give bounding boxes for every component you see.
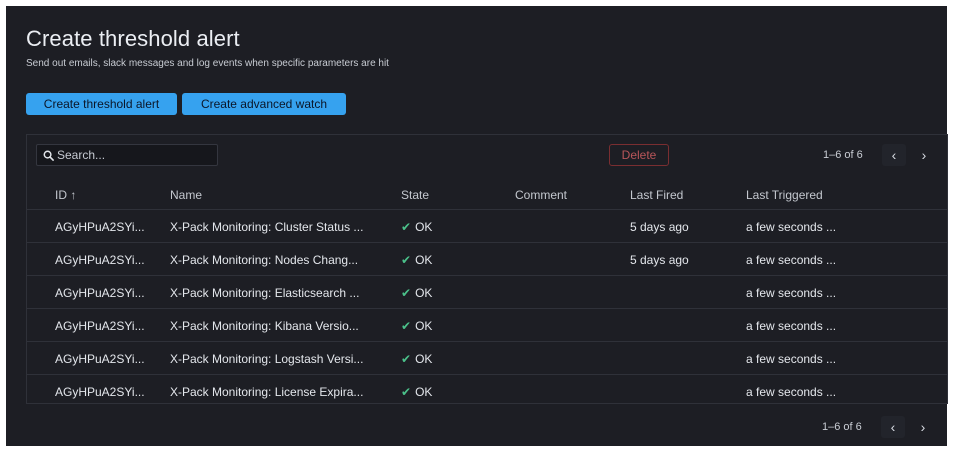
cell-last-triggered: a few seconds ...	[746, 352, 837, 366]
page-subtitle: Send out emails, slack messages and log …	[26, 58, 389, 69]
cell-last-triggered: a few seconds ...	[746, 385, 837, 399]
create-advanced-watch-button[interactable]: Create advanced watch	[182, 93, 346, 115]
column-id[interactable]: ID ↑	[55, 188, 76, 202]
check-icon: ✔	[401, 319, 412, 333]
cell-last-fired: 5 days ago	[630, 220, 689, 234]
table-row[interactable]: AGyHPuA2SYi... X-Pack Monitoring: Cluste…	[27, 210, 947, 243]
column-comment[interactable]: Comment	[515, 188, 567, 202]
cell-state: ✔ OK	[401, 319, 432, 333]
table-row[interactable]: AGyHPuA2SYi... X-Pack Monitoring: Logsta…	[27, 342, 947, 375]
pagination-summary: 1–6 of 6	[822, 421, 862, 433]
state-label: OK	[415, 220, 433, 234]
chevron-left-icon[interactable]: ‹	[882, 144, 906, 166]
pagination-top: 1–6 of 6 ‹ ›	[823, 144, 943, 166]
table-row[interactable]: AGyHPuA2SYi... X-Pack Monitoring: Nodes …	[27, 243, 947, 276]
page-title: Create threshold alert	[26, 26, 240, 51]
column-last-fired[interactable]: Last Fired	[630, 188, 683, 202]
state-label: OK	[415, 319, 433, 333]
table-row[interactable]: AGyHPuA2SYi... X-Pack Monitoring: Kibana…	[27, 309, 947, 342]
cell-last-triggered: a few seconds ...	[746, 319, 837, 333]
cell-last-triggered: a few seconds ...	[746, 253, 837, 267]
check-icon: ✔	[401, 253, 412, 267]
cell-state: ✔ OK	[401, 286, 432, 300]
cell-id[interactable]: AGyHPuA2SYi...	[55, 319, 145, 333]
cell-name[interactable]: X-Pack Monitoring: Nodes Chang...	[170, 253, 358, 267]
check-icon: ✔	[401, 352, 412, 366]
column-last-triggered[interactable]: Last Triggered	[746, 188, 823, 202]
cell-state: ✔ OK	[401, 220, 432, 234]
column-name[interactable]: Name	[170, 188, 202, 202]
state-label: OK	[415, 385, 433, 399]
cell-state: ✔ OK	[401, 253, 432, 267]
check-icon: ✔	[401, 385, 412, 399]
cell-last-fired: 5 days ago	[630, 253, 689, 267]
state-label: OK	[415, 352, 433, 366]
pagination-bottom: 1–6 of 6 ‹ ›	[822, 416, 942, 438]
state-label: OK	[415, 286, 433, 300]
cell-name[interactable]: X-Pack Monitoring: Kibana Versio...	[170, 319, 359, 333]
cell-state: ✔ OK	[401, 385, 432, 399]
search-icon	[43, 150, 54, 161]
table-row[interactable]: AGyHPuA2SYi... X-Pack Monitoring: Elasti…	[27, 276, 947, 309]
delete-button[interactable]: Delete	[609, 144, 669, 166]
cell-name[interactable]: X-Pack Monitoring: Cluster Status ...	[170, 220, 363, 234]
create-threshold-alert-button[interactable]: Create threshold alert	[26, 93, 177, 115]
cell-id[interactable]: AGyHPuA2SYi...	[55, 385, 145, 399]
cell-name[interactable]: X-Pack Monitoring: License Expira...	[170, 385, 363, 399]
cell-id[interactable]: AGyHPuA2SYi...	[55, 220, 145, 234]
cell-state: ✔ OK	[401, 352, 432, 366]
search-box[interactable]	[36, 144, 218, 166]
check-icon: ✔	[401, 220, 412, 234]
pagination-summary: 1–6 of 6	[823, 149, 863, 161]
watches-panel: Create threshold alert Send out emails, …	[6, 6, 948, 446]
chevron-right-icon[interactable]: ›	[911, 416, 935, 438]
cell-last-triggered: a few seconds ...	[746, 220, 837, 234]
state-label: OK	[415, 253, 433, 267]
watches-table: Delete 1–6 of 6 ‹ › ID ↑ Name State Comm…	[26, 134, 948, 404]
cell-name[interactable]: X-Pack Monitoring: Elasticsearch ...	[170, 286, 359, 300]
search-input[interactable]	[57, 145, 212, 165]
column-state[interactable]: State	[401, 188, 429, 202]
table-row[interactable]: AGyHPuA2SYi... X-Pack Monitoring: Licens…	[27, 375, 947, 408]
table-header: ID ↑ Name State Comment Last Fired Last …	[27, 177, 947, 210]
chevron-left-icon[interactable]: ‹	[881, 416, 905, 438]
cell-id[interactable]: AGyHPuA2SYi...	[55, 286, 145, 300]
cell-last-triggered: a few seconds ...	[746, 286, 837, 300]
cell-name[interactable]: X-Pack Monitoring: Logstash Versi...	[170, 352, 363, 366]
chevron-right-icon[interactable]: ›	[912, 144, 936, 166]
cell-id[interactable]: AGyHPuA2SYi...	[55, 352, 145, 366]
cell-id[interactable]: AGyHPuA2SYi...	[55, 253, 145, 267]
check-icon: ✔	[401, 286, 412, 300]
